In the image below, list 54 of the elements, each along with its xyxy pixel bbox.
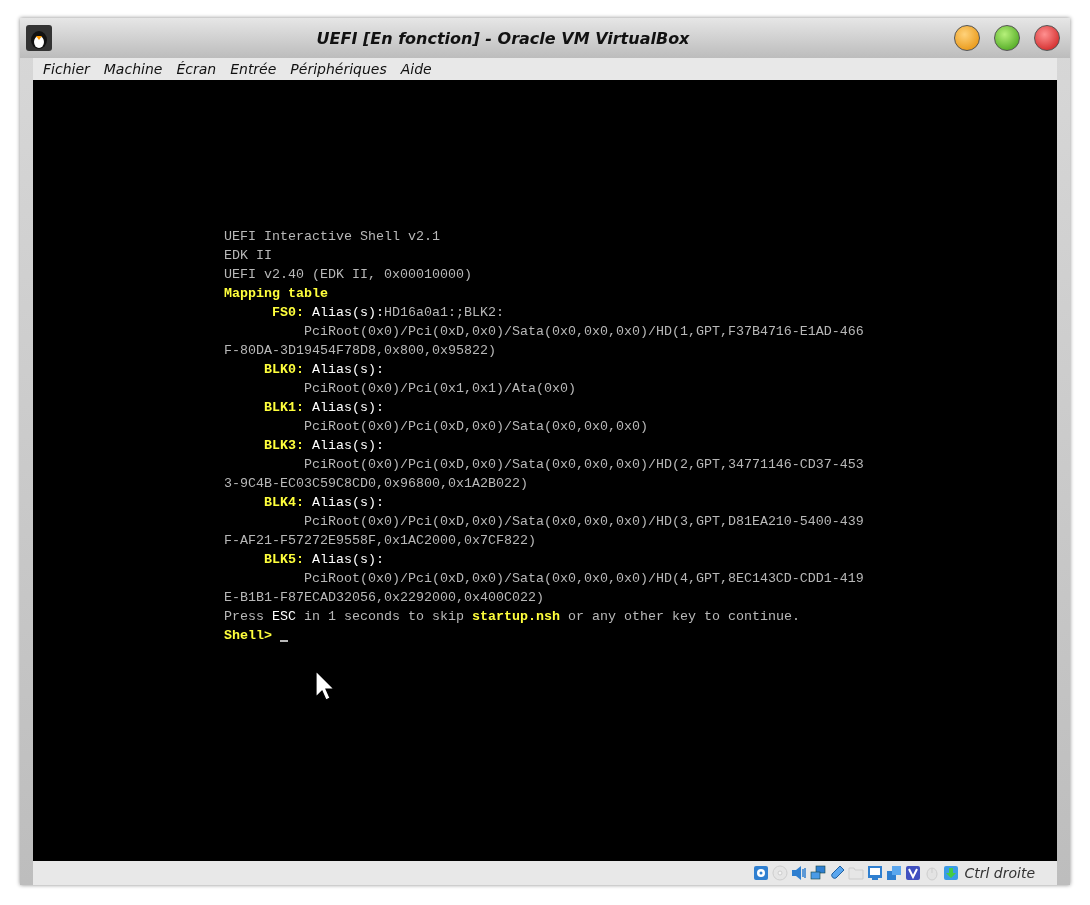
console-text: Alias(s):: [310, 495, 384, 510]
console-text: E-B1B1-F87ECAD32056,0x2292000,0x400C022): [224, 590, 544, 605]
console-text: UEFI Interactive Shell v2.1: [224, 229, 440, 244]
console-text: Alias(s):: [310, 305, 384, 320]
down-arrow-icon[interactable]: [943, 865, 960, 881]
host-key-label: Ctrl droite: [964, 865, 1035, 881]
console-text: BLK1:: [263, 400, 304, 415]
menu-item[interactable]: Périphériques: [290, 61, 387, 77]
console-text: Alias(s):: [310, 552, 384, 567]
console-text: Alias(s):: [310, 362, 384, 377]
menu-item[interactable]: Fichier: [43, 61, 90, 77]
console-text: UEFI v2.40 (EDK II, 0x00010000): [224, 267, 472, 282]
console-text: FS0:: [271, 305, 304, 320]
console-text: Alias(s):: [310, 400, 384, 415]
letter-v-icon[interactable]: [905, 865, 922, 881]
console-text: PciRoot(0x0)/Pci(0xD,0x0)/Sata(0x0,0x0,0x0)/HD(2,GPT,34771146-CD37-453: [302, 457, 864, 472]
console-text: Press: [224, 609, 265, 624]
console-text: PciRoot(0x0)/Pci(0x1,0x1)/Ata(0x0): [302, 381, 576, 396]
menu-item[interactable]: Machine: [103, 61, 163, 77]
console-text: startup.nsh: [471, 609, 560, 624]
console-text: HD16a0a1:;BLK2:: [383, 305, 504, 320]
minimize-button[interactable]: [954, 25, 980, 51]
monitor-icon[interactable]: [867, 865, 884, 881]
monitors-icon[interactable]: [810, 865, 827, 881]
console-text: PciRoot(0x0)/Pci(0xD,0x0)/Sata(0x0,0x0,0x0)/HD(1,GPT,F37B4716-E1AD-466: [302, 324, 864, 339]
windows-icon[interactable]: [886, 865, 903, 881]
penguin-icon[interactable]: [26, 25, 52, 51]
menu-item[interactable]: Aide: [400, 61, 432, 77]
menu-item[interactable]: Écran: [176, 61, 217, 77]
console-text: PciRoot(0x0)/Pci(0xD,0x0)/Sata(0x0,0x0,0x0): [302, 419, 648, 434]
window-title: UEFI [En fonction] - Oracle VM VirtualBox: [315, 28, 691, 48]
console-text: PciRoot(0x0)/Pci(0xD,0x0)/Sata(0x0,0x0,0x0)/HD(3,GPT,D81EA210-5400-439: [302, 514, 864, 529]
close-button[interactable]: [1034, 25, 1060, 51]
speaker-icon[interactable]: [791, 865, 808, 881]
console-text: or any other key to continue.: [566, 609, 800, 624]
console-text: BLK3:: [263, 438, 304, 453]
console-text: EDK II: [224, 248, 272, 263]
menu-item[interactable]: Entrée: [230, 61, 277, 77]
console-text: F-AF21-F57272E9558F,0x1AC2000,0x7CF822): [224, 533, 536, 548]
console-text: F-80DA-3D19454F78D8,0x800,0x95822): [224, 343, 496, 358]
console-text: Mapping table: [224, 286, 328, 301]
maximize-button[interactable]: [994, 25, 1020, 51]
mouse-pointer-icon: [315, 670, 335, 702]
text-cursor: [280, 640, 288, 642]
console-text: PciRoot(0x0)/Pci(0xD,0x0)/Sata(0x0,0x0,0x0)/HD(4,GPT,8EC143CD-CDD1-419: [302, 571, 864, 586]
console-text: ESC: [272, 609, 296, 624]
console-text: BLK5:: [263, 552, 304, 567]
console-text: 3-9C4B-EC03C59C8CD0,0x96800,0x1A2B022): [224, 476, 528, 491]
console-text: BLK4:: [263, 495, 304, 510]
console-text: BLK0:: [263, 362, 304, 377]
console-text: in 1 seconds to skip: [303, 609, 465, 624]
console-text: Alias(s):: [310, 438, 384, 453]
usb-icon[interactable]: [829, 865, 846, 881]
shell-prompt: Shell>: [224, 627, 272, 645]
